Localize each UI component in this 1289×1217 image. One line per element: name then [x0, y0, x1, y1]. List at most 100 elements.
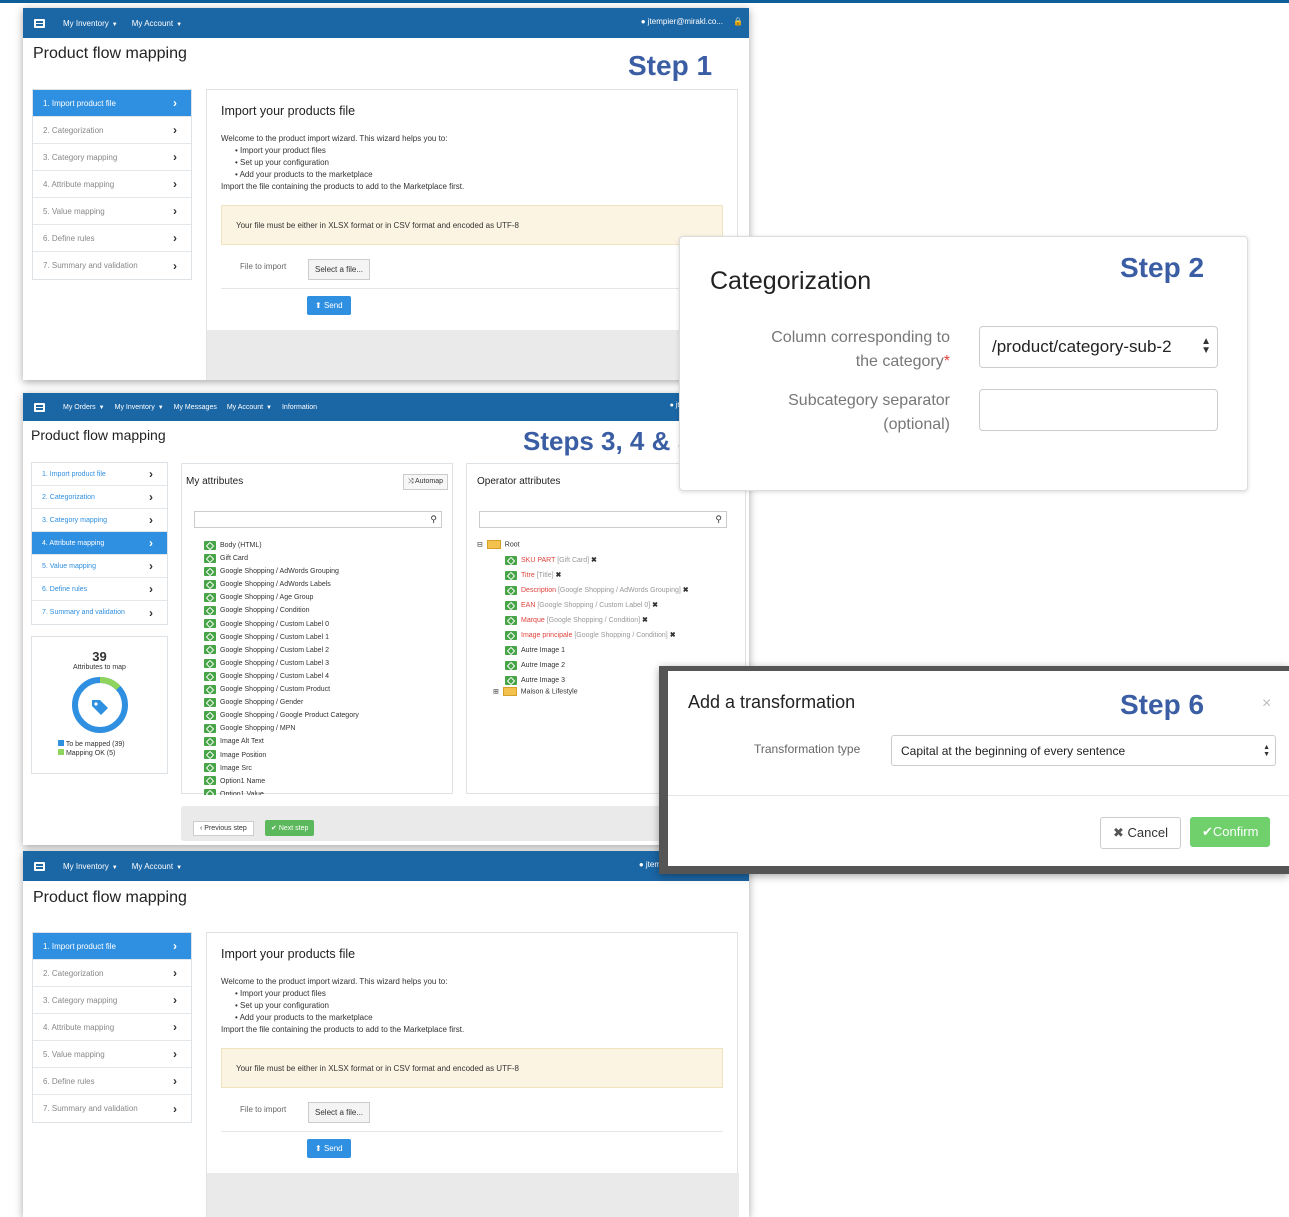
- my-attribute-item[interactable]: Body (HTML): [204, 539, 359, 552]
- my-attribute-item[interactable]: Google Shopping / Custom Label 0: [204, 618, 359, 631]
- tree-root[interactable]: ⊟ Root: [477, 540, 520, 549]
- wizard-step-6[interactable]: 6. Define rules ›: [33, 1068, 191, 1095]
- home-logo-icon[interactable]: [33, 860, 47, 872]
- select-file-button[interactable]: Select a file...: [308, 1102, 371, 1123]
- nav-information[interactable]: Information: [282, 404, 317, 411]
- remove-mapping-icon[interactable]: ✖: [591, 557, 597, 564]
- operator-attribute-item[interactable]: Titre [Title] ✖: [505, 568, 689, 583]
- nav-my-account[interactable]: My Account ▼: [227, 404, 272, 411]
- donut-legend: To be mapped (39) Mapping OK (5): [32, 740, 167, 758]
- close-icon[interactable]: ×: [1262, 695, 1271, 713]
- wizard-step-3[interactable]: 3. Category mapping ›: [32, 509, 167, 532]
- nav-my-account[interactable]: My Account ▼: [132, 862, 182, 871]
- send-label: Send: [323, 301, 343, 310]
- tag-icon: [204, 763, 216, 773]
- home-logo-icon[interactable]: [33, 401, 47, 413]
- wizard-step-5[interactable]: 5. Value mapping ›: [33, 198, 191, 225]
- subcategory-separator-input[interactable]: [979, 389, 1218, 431]
- search-icon: ⚲: [715, 514, 722, 524]
- file-label: File to import: [240, 262, 287, 271]
- user-menu[interactable]: ● jtempier@mirakl.co...: [641, 17, 723, 26]
- tag-icon: [204, 710, 216, 720]
- send-button[interactable]: ⬆ Send: [307, 296, 351, 315]
- my-attribute-item[interactable]: Option1 Name: [204, 775, 359, 788]
- previous-step-button[interactable]: ‹ Previous step: [193, 821, 254, 836]
- wizard-step-3[interactable]: 3. Category mapping ›: [33, 987, 191, 1014]
- wizard-step-4[interactable]: 4. Attribute mapping ›: [33, 171, 191, 198]
- collapse-icon[interactable]: ⊟: [477, 541, 483, 548]
- confirm-button[interactable]: ✔Confirm: [1190, 817, 1271, 847]
- cancel-button[interactable]: ✖ Cancel: [1100, 817, 1181, 849]
- my-attribute-item[interactable]: Google Shopping / MPN: [204, 722, 359, 735]
- tag-icon: [204, 789, 216, 795]
- wizard-step-2[interactable]: 2. Categorization ›: [33, 117, 191, 144]
- select-file-button[interactable]: Select a file...: [308, 259, 371, 280]
- my-attribute-item[interactable]: Google Shopping / Condition: [204, 604, 359, 617]
- my-attribute-item[interactable]: Image Alt Text: [204, 735, 359, 748]
- my-attribute-item[interactable]: Google Shopping / Google Product Categor…: [204, 709, 359, 722]
- wizard-step-4[interactable]: 4. Attribute mapping ›: [33, 1014, 191, 1041]
- tree-folder-maison[interactable]: ⊞ Maison & Lifestyle: [493, 687, 578, 696]
- my-attribute-item[interactable]: Gift Card: [204, 552, 359, 565]
- nav-my-inventory[interactable]: My Inventory ▼: [63, 862, 118, 871]
- operator-attribute-item[interactable]: Description [Google Shopping / AdWords G…: [505, 583, 689, 598]
- operator-attribute-item[interactable]: Autre Image 1: [505, 643, 689, 658]
- my-attribute-item[interactable]: Google Shopping / AdWords Labels: [204, 578, 359, 591]
- nav-my-messages[interactable]: My Messages: [174, 404, 217, 411]
- wizard-step-6[interactable]: 6. Define rules ›: [32, 578, 167, 601]
- attributes-search-input[interactable]: ⚲: [194, 511, 442, 528]
- wizard-nav: 1. Import product file › 2. Categorizatio…: [32, 89, 192, 280]
- nav-my-inventory[interactable]: My Inventory ▼: [63, 19, 118, 28]
- wizard-step-4[interactable]: 4. Attribute mapping ›: [32, 532, 167, 555]
- my-attribute-item[interactable]: Google Shopping / Age Group: [204, 591, 359, 604]
- remove-mapping-icon[interactable]: ✖: [683, 587, 689, 594]
- my-attribute-item[interactable]: Google Shopping / Custom Label 1: [204, 631, 359, 644]
- wizard-step-1[interactable]: 1. Import product file ›: [32, 463, 167, 486]
- my-attribute-item[interactable]: Google Shopping / Custom Label 3: [204, 657, 359, 670]
- operator-attribute-item[interactable]: Marque [Google Shopping / Condition] ✖: [505, 613, 689, 628]
- my-attribute-item[interactable]: Google Shopping / Custom Label 4: [204, 670, 359, 683]
- home-logo-icon[interactable]: [33, 17, 47, 29]
- category-column-select[interactable]: /product/category-sub-2 ▲ ▼: [979, 326, 1218, 368]
- wizard-step-6[interactable]: 6. Define rules ›: [33, 225, 191, 252]
- my-attribute-item[interactable]: Image Position: [204, 749, 359, 762]
- wizard-step-3[interactable]: 3. Category mapping ›: [33, 144, 191, 171]
- tag-icon: [505, 645, 517, 655]
- my-attribute-item[interactable]: Image Src: [204, 762, 359, 775]
- expand-icon[interactable]: ⊞: [493, 688, 499, 695]
- nav-my-account[interactable]: My Account ▼: [132, 19, 182, 28]
- remove-mapping-icon[interactable]: ✖: [556, 572, 562, 579]
- my-attribute-item[interactable]: Google Shopping / AdWords Grouping: [204, 565, 359, 578]
- user-menu[interactable]: ● jtem: [639, 860, 661, 869]
- transformation-type-select[interactable]: Capital at the beginning of every senten…: [891, 735, 1276, 766]
- wizard-step-1[interactable]: 1. Import product file ›: [33, 90, 191, 117]
- wizard-step-7[interactable]: 7. Summary and validation ›: [32, 601, 167, 624]
- remove-mapping-icon[interactable]: ✖: [642, 617, 648, 624]
- lock-icon[interactable]: 🔒: [733, 17, 743, 26]
- operator-attribute-item[interactable]: Image principale [Google Shopping / Cond…: [505, 628, 689, 643]
- next-step-button[interactable]: ✔ Next step: [265, 820, 315, 836]
- card-title: Import your products file: [221, 104, 356, 118]
- my-attribute-item[interactable]: Option1 Value: [204, 788, 359, 795]
- my-attribute-item[interactable]: Google Shopping / Gender: [204, 696, 359, 709]
- caret-down-icon: ▼: [176, 21, 183, 28]
- operator-attribute-item[interactable]: SKU PART [Gift Card] ✖: [505, 553, 689, 568]
- remove-mapping-icon[interactable]: ✖: [652, 602, 658, 609]
- wizard-step-7[interactable]: 7. Summary and validation ›: [33, 252, 191, 279]
- my-attribute-item[interactable]: Google Shopping / Custom Product: [204, 683, 359, 696]
- operator-search-input[interactable]: ⚲: [479, 511, 727, 528]
- wizard-step-2[interactable]: 2. Categorization ›: [32, 486, 167, 509]
- wizard-step-5[interactable]: 5. Value mapping ›: [33, 1041, 191, 1068]
- wizard-step-1[interactable]: 1. Import product file ›: [33, 933, 191, 960]
- wizard-step-7[interactable]: 7. Summary and validation ›: [33, 1095, 191, 1122]
- wizard-step-2[interactable]: 2. Categorization ›: [33, 960, 191, 987]
- automap-button[interactable]: ⤨ Automap: [402, 474, 448, 490]
- format-alert: Your file must be either in XLSX format …: [221, 205, 723, 245]
- nav-my-orders[interactable]: My Orders ▼: [63, 404, 105, 411]
- my-attribute-item[interactable]: Google Shopping / Custom Label 2: [204, 644, 359, 657]
- nav-my-inventory[interactable]: My Inventory ▼: [115, 404, 164, 411]
- wizard-step-5[interactable]: 5. Value mapping ›: [32, 555, 167, 578]
- operator-attribute-item[interactable]: EAN [Google Shopping / Custom Label 0] ✖: [505, 598, 689, 613]
- send-button[interactable]: ⬆ Send: [307, 1139, 351, 1158]
- remove-mapping-icon[interactable]: ✖: [670, 632, 676, 639]
